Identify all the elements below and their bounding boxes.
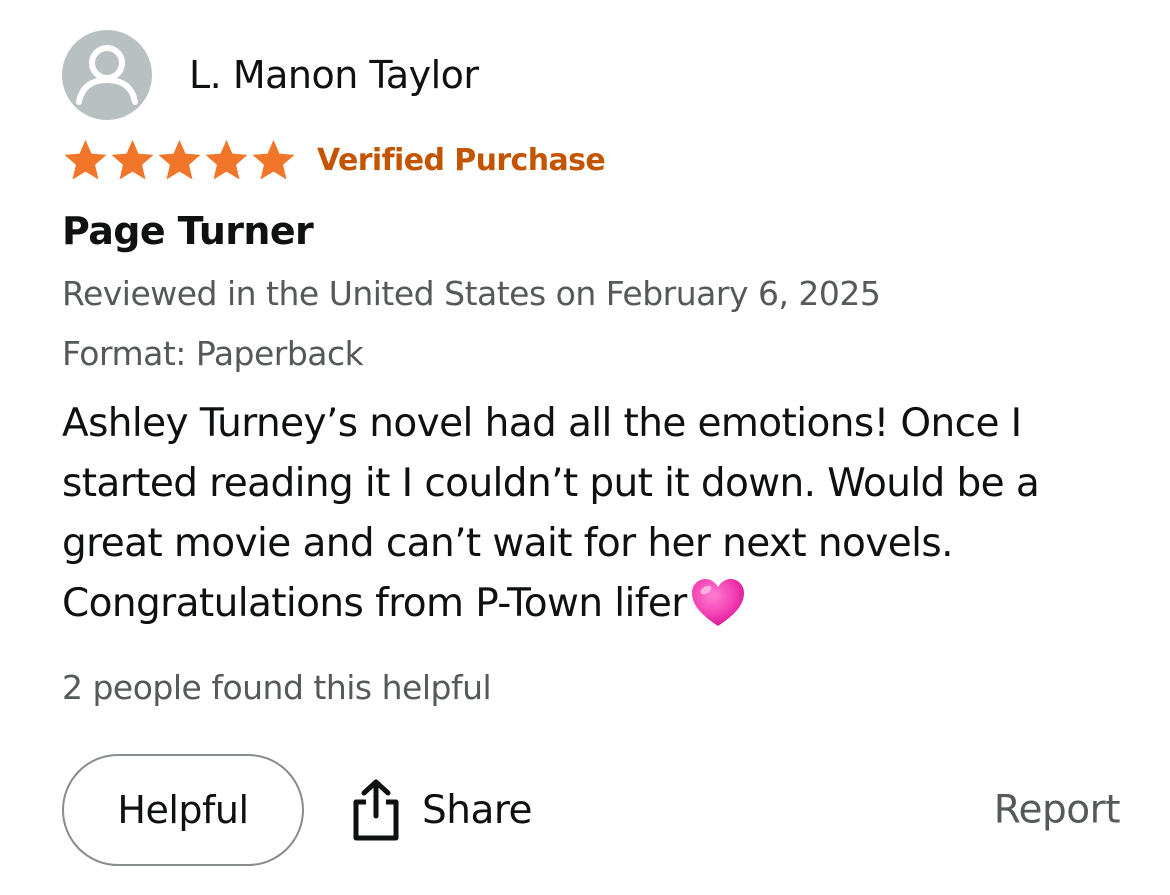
share-button[interactable]: Share — [350, 775, 533, 845]
star-icon — [205, 139, 248, 180]
review-title: Page Turner — [62, 209, 314, 253]
reviewer-name: L. Manon Taylor — [189, 53, 479, 97]
rating-row: Verified Purchase — [62, 138, 1122, 182]
review-date: Reviewed in the United States on Februar… — [62, 274, 881, 313]
share-icon — [353, 779, 399, 841]
review-body-text: Ashley Turney’s novel had all the emotio… — [62, 401, 1040, 626]
star-icon — [252, 139, 295, 180]
review-actions: Helpful Share Report — [62, 752, 1122, 868]
reviewer-profile[interactable]: L. Manon Taylor — [62, 28, 1122, 122]
star-icon — [64, 139, 107, 180]
review-format: Format: Paperback — [62, 334, 364, 373]
helpful-count: 2 people found this helpful — [62, 668, 492, 707]
star-icon — [111, 139, 154, 180]
user-avatar-icon — [76, 45, 138, 105]
review-card: L. Manon Taylor Verified Purchase Page T… — [62, 28, 1122, 868]
report-link[interactable]: Report — [994, 788, 1121, 833]
review-body: Ashley Turney’s novel had all the emotio… — [62, 394, 1132, 634]
pink-heart-icon — [691, 579, 744, 626]
helpful-button[interactable]: Helpful — [62, 754, 304, 866]
star-icon — [158, 139, 201, 180]
star-rating — [62, 138, 297, 182]
avatar — [62, 30, 152, 120]
share-label: Share — [422, 787, 533, 833]
verified-purchase-badge: Verified Purchase — [317, 142, 606, 178]
